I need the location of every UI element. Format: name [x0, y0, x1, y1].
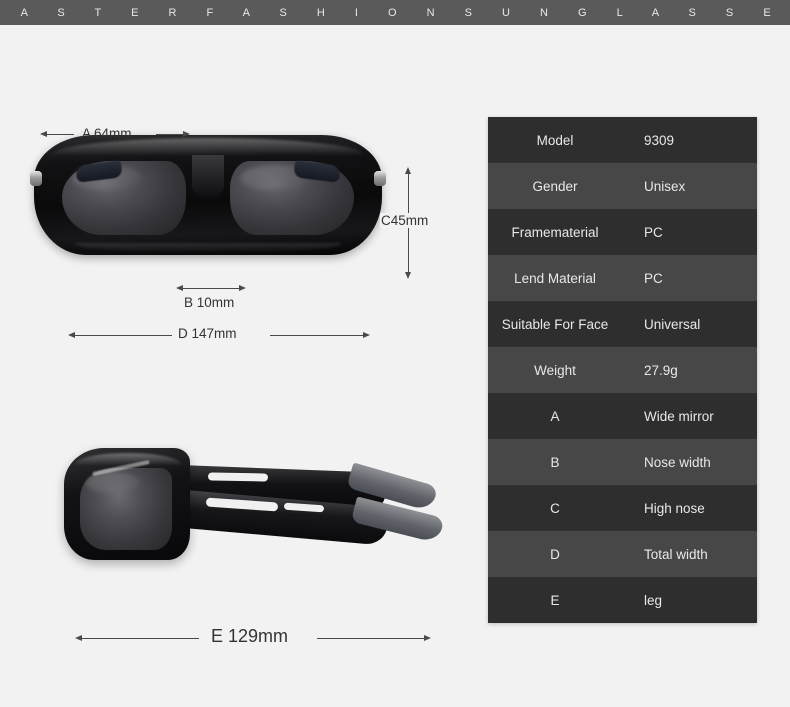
table-row: D Total width	[488, 531, 757, 577]
side-brow-highlight	[74, 453, 182, 465]
spec-key: B	[550, 454, 560, 470]
dimension-line	[42, 134, 74, 135]
specification-table: Model 9309 Gender Unisex Framematerial PC Lend…	[488, 117, 757, 623]
spec-key: Weight	[534, 362, 576, 378]
spec-value: High nose	[644, 500, 705, 516]
arrow-right-icon	[239, 285, 246, 291]
spec-key: Framematerial	[511, 224, 599, 240]
spec-value: Total width	[644, 546, 708, 562]
sunglasses-front-view-image	[30, 135, 386, 255]
table-row: Lend Material PC	[488, 255, 757, 301]
arrow-right-icon	[424, 635, 431, 641]
spec-key: D	[550, 546, 560, 562]
dimension-b-annotation: B 10mm	[176, 283, 268, 315]
dimension-e-annotation: E 129mm	[75, 625, 433, 651]
spec-value: Universal	[644, 316, 701, 332]
spec-key: Model	[536, 132, 574, 148]
spec-key: Suitable For Face	[501, 316, 609, 332]
spec-value: PC	[644, 270, 663, 286]
spec-key: Gender	[532, 178, 578, 194]
table-row: Weight 27.9g	[488, 347, 757, 393]
table-row: A Wide mirror	[488, 393, 757, 439]
product-image-stage: A 64mm C45mm B 10mm D 147mm E 129mm	[0, 25, 470, 707]
spec-value: 27.9g	[644, 362, 678, 378]
spec-value: 9309	[644, 132, 675, 148]
brand-header-bar: M A S T E R F A S H I O N S U N G L A S …	[0, 0, 790, 25]
dimension-a-label: A 64mm	[82, 126, 132, 141]
dimension-line	[317, 638, 427, 639]
spec-value: Nose width	[644, 454, 711, 470]
table-row: Suitable For Face Universal	[488, 301, 757, 347]
spec-value: Unisex	[644, 178, 686, 194]
table-row: Eleg	[488, 577, 757, 623]
spec-key: Lend Material	[514, 270, 596, 286]
front-left-hinge	[30, 171, 42, 186]
brand-title: M A S T E R F A S H I O N S U N G L A S …	[0, 6, 790, 19]
dimension-c-annotation: C45mm	[380, 167, 440, 279]
table-row: Model 9309	[488, 117, 757, 163]
table-row: Gender Unisex	[488, 163, 757, 209]
temple-vent-cutout	[207, 472, 269, 482]
dimension-a-annotation: A 64mm	[40, 125, 190, 145]
dimension-c-label: C45mm	[380, 213, 430, 228]
spec-key: A	[550, 408, 560, 424]
spec-value: Wide mirror	[644, 408, 714, 424]
side-front-frame	[64, 448, 190, 560]
spec-value: leg	[644, 592, 663, 608]
dimension-e-label: E 129mm	[211, 626, 289, 646]
arrow-right-icon	[363, 332, 370, 338]
front-nose-bridge	[192, 155, 224, 199]
dimension-line	[81, 638, 199, 639]
table-row: B Nose width	[488, 439, 757, 485]
arrow-down-icon	[404, 272, 411, 279]
table-row: Framematerial PC	[488, 209, 757, 255]
dimension-line	[72, 335, 172, 336]
spec-key: C	[550, 500, 560, 516]
spec-key: E	[550, 592, 560, 608]
dimension-d-label: D 147mm	[178, 326, 237, 341]
table-row: C High nose	[488, 485, 757, 531]
sunglasses-side-view-image	[58, 440, 445, 565]
arrow-right-icon	[183, 131, 190, 137]
dimension-line	[182, 288, 244, 289]
dimension-line	[270, 335, 368, 336]
side-lens	[80, 468, 172, 550]
dimension-b-label: B 10mm	[184, 295, 235, 310]
spec-value: PC	[644, 224, 663, 240]
dimension-d-annotation: D 147mm	[68, 325, 372, 347]
